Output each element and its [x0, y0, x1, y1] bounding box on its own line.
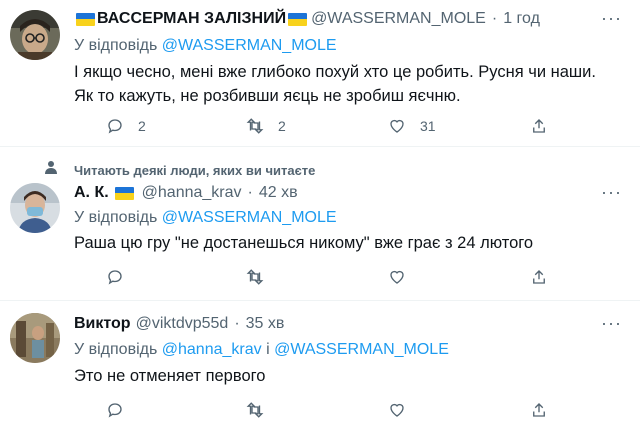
- share-icon: [533, 119, 545, 133]
- more-icon[interactable]: ···: [601, 8, 622, 29]
- retweet-icon: [246, 269, 264, 285]
- action-bar: [106, 401, 556, 425]
- display-name[interactable]: ВАССЕРМАН ЗАЛІЗНИЙ: [97, 10, 286, 28]
- reply-context: У відповідь @WASSERMAN_MOLE: [74, 209, 337, 227]
- reply-button[interactable]: 2: [106, 117, 146, 135]
- dot-separator: ·: [491, 10, 498, 27]
- retweet-icon: [246, 402, 264, 418]
- dot-separator: ·: [247, 184, 253, 201]
- tweet-header: ВАССЕРМАН ЗАЛІЗНИЙ @WASSERMAN_MOLE · 1 г…: [74, 10, 540, 28]
- handle[interactable]: @viktdvp55d: [136, 315, 229, 333]
- retweet-count: 2: [278, 118, 286, 134]
- heart-icon: [390, 403, 404, 417]
- more-icon[interactable]: ···: [601, 313, 622, 334]
- ukraine-flag-icon: [76, 12, 95, 26]
- avatar[interactable]: [10, 10, 60, 60]
- reply-icon: [108, 403, 122, 418]
- tweet-header: А. К. @hanna_krav · 42 хв: [74, 184, 298, 202]
- ukraine-flag-icon: [288, 12, 308, 26]
- action-bar: [106, 268, 556, 292]
- tweet-text: І якщо чесно, мені вже глибоко похуй хто…: [74, 60, 596, 108]
- timestamp[interactable]: 42 хв: [259, 184, 298, 202]
- timestamp[interactable]: 1 год: [503, 10, 540, 28]
- reply-prefix: У відповідь: [74, 209, 158, 226]
- heart-icon: [390, 270, 404, 284]
- ukraine-flag-icon: [114, 186, 134, 200]
- avatar[interactable]: [10, 183, 60, 233]
- tweet-text: Это не отменяет первого: [74, 367, 266, 385]
- share-button[interactable]: [530, 401, 548, 419]
- like-button[interactable]: 31: [388, 117, 436, 135]
- display-name[interactable]: Виктор: [74, 315, 131, 333]
- handle[interactable]: @hanna_krav: [142, 184, 242, 202]
- like-count: 31: [420, 118, 436, 134]
- reply-button[interactable]: [106, 401, 124, 419]
- timestamp[interactable]: 35 хв: [246, 315, 285, 333]
- divider: [0, 300, 640, 301]
- reply-to-link[interactable]: @WASSERMAN_MOLE: [274, 341, 449, 358]
- share-icon: [533, 403, 545, 417]
- reply-prefix: У відповідь: [74, 341, 158, 358]
- share-button[interactable]: [530, 117, 548, 135]
- reply-prefix: У відповідь: [74, 37, 158, 54]
- reply-icon: [108, 270, 122, 285]
- reply-count: 2: [138, 118, 146, 134]
- reply-to-link[interactable]: @WASSERMAN_MOLE: [162, 209, 337, 226]
- like-button[interactable]: [388, 401, 406, 419]
- tweet-header: Виктор @viktdvp55d · 35 хв: [74, 315, 284, 333]
- tweet-text: Раша цю гру "не достанешься никому" вже …: [74, 234, 534, 252]
- tweet-1[interactable]: ВАССЕРМАН ЗАЛІЗНИЙ @WASSERMAN_MOLE · 1 г…: [0, 0, 640, 145]
- display-name[interactable]: А. К.: [74, 184, 109, 202]
- reply-context: У відповідь @hanna_krav і @WASSERMAN_MOL…: [74, 341, 449, 359]
- reply-button[interactable]: [106, 268, 124, 286]
- more-icon[interactable]: ···: [601, 182, 622, 203]
- reply-icon: [108, 119, 122, 134]
- heart-icon: [390, 119, 404, 133]
- social-context[interactable]: Читають деякі люди, яких ви читаєте: [74, 163, 315, 178]
- reply-and: і: [266, 341, 270, 358]
- tweet-text-line: Як то кажуть, не розбивши яєць не зробиш…: [74, 87, 461, 105]
- like-button[interactable]: [388, 268, 406, 286]
- handle[interactable]: @WASSERMAN_MOLE: [311, 10, 486, 28]
- retweet-button[interactable]: [246, 268, 264, 286]
- action-bar: 2 2 31: [106, 117, 556, 141]
- tweet-text-line: І якщо чесно, мені вже глибоко похуй хто…: [74, 63, 596, 81]
- reply-context: У відповідь @WASSERMAN_MOLE: [74, 37, 337, 55]
- reply-to-link[interactable]: @hanna_krav: [162, 341, 262, 358]
- retweet-icon: [246, 118, 264, 134]
- retweet-button[interactable]: [246, 401, 264, 419]
- share-button[interactable]: [530, 268, 548, 286]
- share-icon: [533, 270, 545, 284]
- person-icon: [45, 161, 57, 174]
- reply-to-link[interactable]: @WASSERMAN_MOLE: [162, 37, 337, 54]
- dot-separator: ·: [234, 315, 240, 332]
- avatar[interactable]: [10, 313, 60, 363]
- retweet-button[interactable]: 2: [246, 117, 286, 135]
